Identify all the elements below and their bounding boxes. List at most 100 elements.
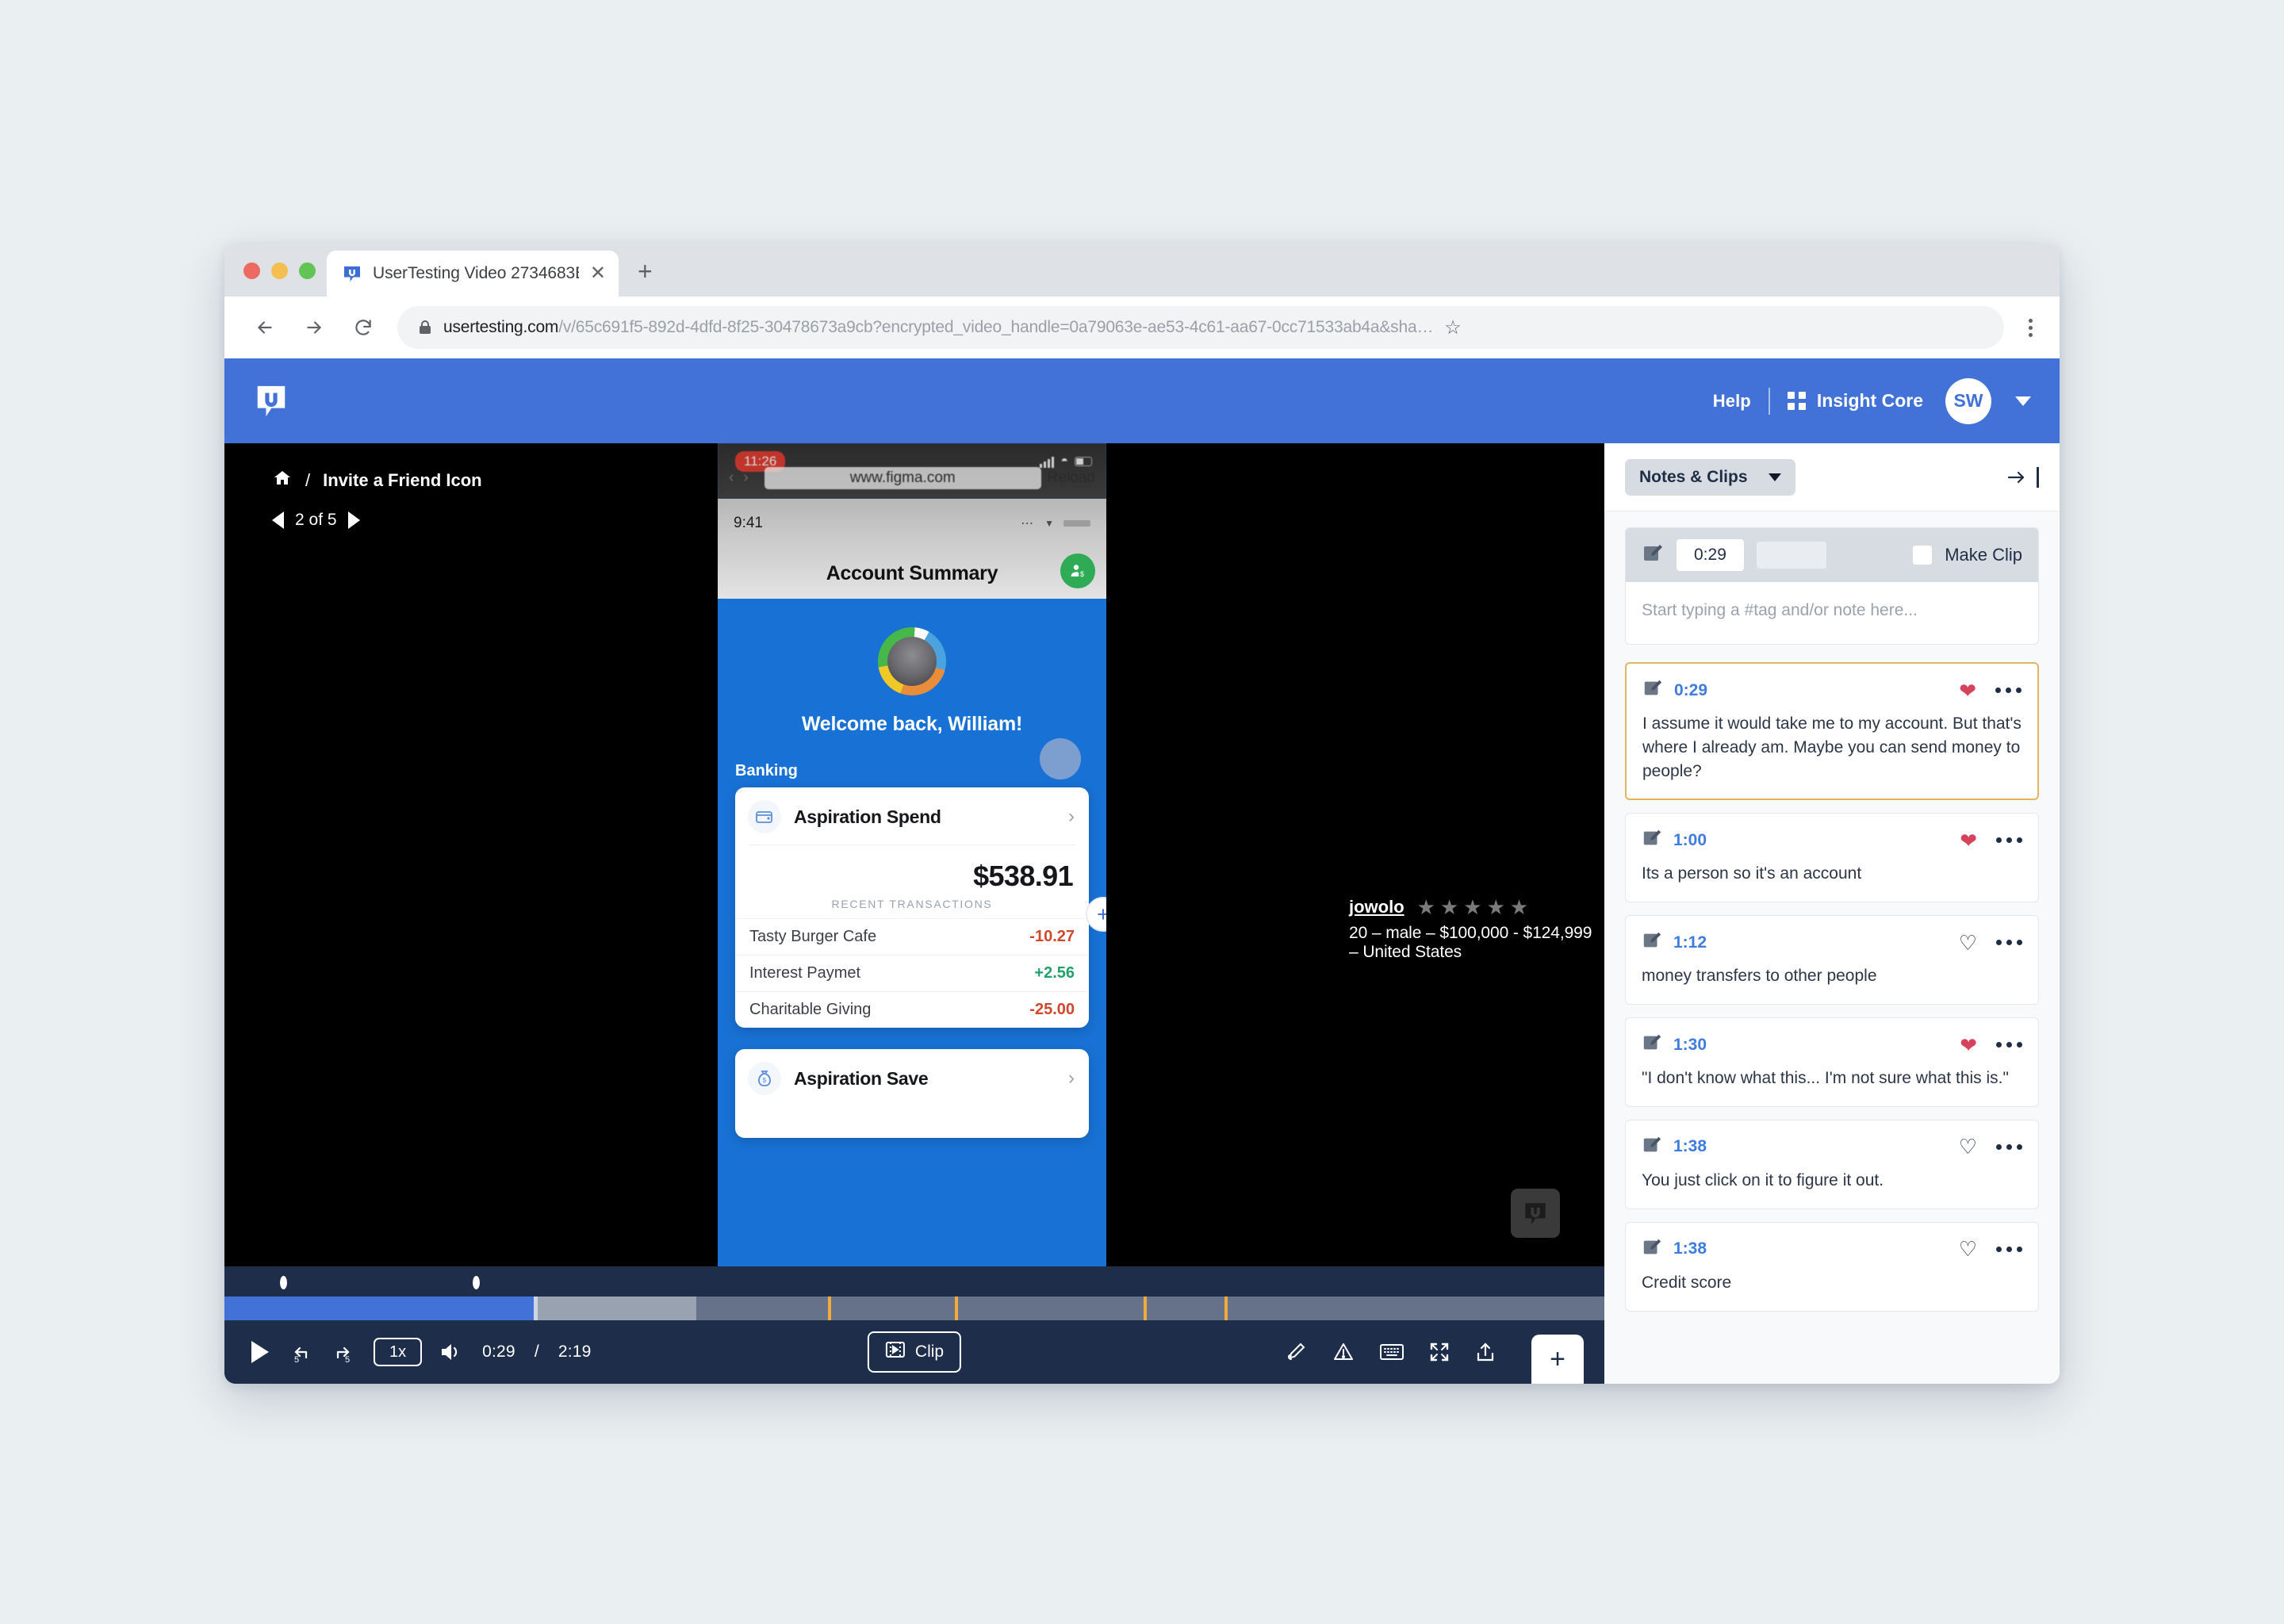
new-tab-button[interactable]: + — [638, 259, 653, 284]
note-end-timestamp-input[interactable] — [1756, 542, 1826, 569]
close-tab-button[interactable]: ✕ — [590, 264, 606, 283]
volume-icon[interactable] — [439, 1342, 463, 1362]
playback-speed-button[interactable]: 1x — [374, 1338, 423, 1366]
heart-icon[interactable]: ♡ — [1959, 1239, 1977, 1259]
note-text: Its a person so it's an account — [1642, 864, 1862, 883]
app-header-right: Help Insight Core SW — [1713, 377, 2031, 424]
video-column: / Invite a Friend Icon 2 of 5 jowolo ★ ★… — [224, 443, 1604, 1384]
note-timestamp[interactable]: 1:12 — [1673, 933, 1707, 952]
notes-list: 0:29 Make Clip Start typing a #tag and/o… — [1604, 511, 2060, 1384]
chevron-right-icon: › — [1068, 1067, 1075, 1089]
note-marker[interactable] — [279, 1276, 287, 1289]
note-pencil-icon — [1642, 678, 1663, 703]
aspiration-save-card[interactable]: $ Aspiration Save › — [735, 1049, 1089, 1138]
insight-core-menu[interactable]: Insight Core — [1787, 390, 1923, 412]
mobile-url-text: www.figma.com — [764, 467, 1041, 489]
note-actions: ❤ — [1960, 1035, 2022, 1055]
note-timestamp[interactable]: 1:30 — [1673, 1036, 1707, 1055]
collapse-right-icon[interactable] — [2006, 466, 2039, 488]
video-stage[interactable]: / Invite a Friend Icon 2 of 5 jowolo ★ ★… — [224, 443, 1604, 1266]
browser-tab[interactable]: UserTesting Video 2734683B ✕ — [327, 251, 619, 297]
make-clip-label: Make Clip — [1945, 545, 2022, 565]
make-clip-checkbox-group[interactable]: Make Clip — [1913, 545, 2022, 565]
app-body: / Invite a Friend Icon 2 of 5 jowolo ★ ★… — [224, 443, 2060, 1384]
note-timestamp[interactable]: 1:00 — [1673, 831, 1707, 850]
collapse-bar — [2037, 466, 2039, 488]
note-card[interactable]: 1:38 ♡ Credit score — [1625, 1221, 2039, 1312]
share-icon[interactable] — [1474, 1341, 1496, 1363]
more-options-icon[interactable] — [1995, 688, 2021, 693]
play-icon[interactable] — [250, 1340, 270, 1364]
url-path: /v/65c691f5-892d-4dfd-8f25-30478673a9cb?… — [558, 318, 1434, 336]
heart-icon[interactable]: ❤ — [1960, 1035, 1977, 1055]
forward-5-icon[interactable]: 5 — [331, 1339, 356, 1365]
next-task-button[interactable] — [347, 511, 360, 529]
current-time: 0:29 — [482, 1342, 515, 1361]
note-card[interactable]: 1:38 ♡ You just click on it to figure it… — [1625, 1119, 2039, 1209]
account-name: Aspiration Spend — [794, 806, 941, 827]
usertesting-logo[interactable] — [253, 383, 289, 419]
url-bar[interactable]: usertesting.com/v/65c691f5-892d-4dfd-8f2… — [397, 306, 2004, 349]
note-marker[interactable] — [473, 1276, 481, 1289]
heart-icon[interactable]: ♡ — [1959, 1136, 1977, 1157]
browser-tab-strip: UserTesting Video 2734683B ✕ + — [224, 243, 2060, 297]
svg-text:5: 5 — [294, 1355, 299, 1365]
note-timestamp[interactable]: 1:38 — [1673, 1239, 1707, 1258]
reload-button[interactable] — [342, 306, 385, 349]
note-card-header: 1:12 ♡ — [1642, 930, 2022, 955]
usertesting-favicon — [343, 264, 362, 283]
more-options-icon[interactable] — [1996, 837, 2022, 844]
aspiration-spend-card[interactable]: Aspiration Spend › $538.91 RECENT TRANSA… — [735, 787, 1089, 1028]
person-dollar-icon[interactable]: $ — [1060, 553, 1095, 588]
note-pencil-icon — [1642, 930, 1662, 955]
note-card[interactable]: 1:12 ♡ money transfers to other people — [1625, 915, 2039, 1005]
avatar[interactable]: SW — [1945, 377, 1991, 424]
make-clip-button[interactable]: Clip — [867, 1331, 962, 1373]
browser-menu-button[interactable] — [2018, 318, 2042, 337]
heart-icon[interactable]: ❤ — [1960, 830, 1977, 851]
maximize-window-button[interactable] — [299, 262, 316, 279]
more-options-icon[interactable] — [1996, 1246, 2022, 1252]
heart-icon[interactable]: ♡ — [1959, 933, 1977, 953]
minimize-window-button[interactable] — [271, 262, 288, 279]
close-window-button[interactable] — [243, 262, 260, 279]
fullscreen-icon[interactable] — [1428, 1341, 1450, 1363]
make-clip-checkbox[interactable] — [1913, 546, 1933, 565]
more-options-icon[interactable] — [1996, 1042, 2022, 1048]
bookmark-star-icon[interactable]: ☆ — [1444, 316, 1462, 339]
home-icon[interactable] — [272, 469, 293, 492]
note-card[interactable]: 1:00 ❤ Its a person so it's an account — [1625, 813, 2039, 903]
scrubber-played — [224, 1297, 534, 1320]
note-card[interactable]: 0:29 ❤ I assume it would take me to my a… — [1625, 662, 2039, 801]
flag-icon[interactable] — [1332, 1340, 1355, 1364]
note-text: "I don't know what this... I'm not sure … — [1642, 1069, 2009, 1088]
add-panel-button[interactable]: + — [1531, 1335, 1584, 1384]
mobile-app-content: Welcome back, William! Banking Aspiratio… — [718, 599, 1106, 1266]
help-link[interactable]: Help — [1713, 391, 1751, 412]
note-timestamp[interactable]: 0:29 — [1674, 681, 1707, 700]
notes-clips-dropdown[interactable]: Notes & Clips — [1625, 458, 1795, 496]
rewind-5-icon[interactable]: 5 — [288, 1339, 313, 1365]
account-balance: $538.91 — [973, 860, 1074, 892]
note-card-header: 1:30 ❤ — [1642, 1032, 2022, 1057]
annotate-icon[interactable] — [1284, 1340, 1308, 1364]
more-options-icon[interactable] — [1996, 940, 2022, 946]
note-text-input[interactable]: Start typing a #tag and/or note here... — [1626, 582, 2038, 644]
notes-clips-label: Notes & Clips — [1639, 467, 1748, 486]
heart-icon[interactable]: ❤ — [1959, 680, 1976, 701]
chevron-down-icon[interactable] — [2015, 396, 2031, 406]
more-options-icon[interactable] — [1996, 1143, 2022, 1150]
note-actions: ❤ — [1959, 680, 2021, 701]
breadcrumb: / Invite a Friend Icon — [272, 469, 482, 492]
video-scrubber[interactable] — [224, 1297, 1604, 1320]
note-composer[interactable]: 0:29 Make Clip Start typing a #tag and/o… — [1625, 527, 2039, 645]
back-button[interactable] — [243, 306, 286, 349]
forward-button[interactable] — [293, 306, 335, 349]
keyboard-icon[interactable] — [1379, 1342, 1405, 1362]
participant-name[interactable]: jowolo — [1349, 897, 1405, 917]
note-timestamp[interactable]: 1:38 — [1673, 1137, 1707, 1156]
note-card[interactable]: 1:30 ❤ "I don't know what this... I'm no… — [1625, 1017, 2039, 1107]
previous-task-button[interactable] — [272, 511, 284, 529]
note-card-header: 0:29 ❤ — [1642, 678, 2021, 703]
note-timestamp-input[interactable]: 0:29 — [1677, 539, 1744, 571]
